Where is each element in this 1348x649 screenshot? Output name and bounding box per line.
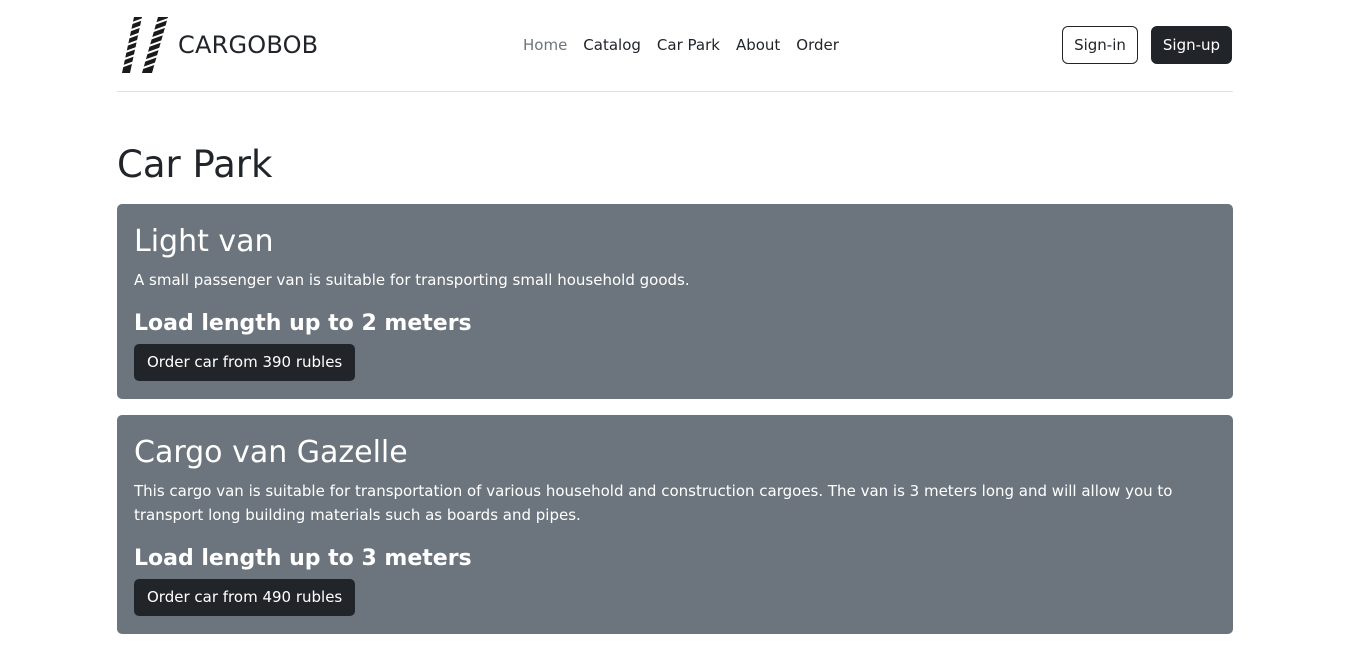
car-description: This cargo van is suitable for transport… bbox=[134, 482, 1173, 524]
car-description: A small passenger van is suitable for tr… bbox=[134, 271, 690, 289]
nav-item-car-park[interactable]: Car Park bbox=[649, 35, 728, 55]
car-card: Cargo van Gazelle This cargo van is suit… bbox=[117, 415, 1233, 634]
car-load-length: Load length up to 3 meters bbox=[134, 546, 472, 571]
order-car-button[interactable]: Order car from 490 rubles bbox=[134, 579, 356, 616]
nav-item-catalog[interactable]: Catalog bbox=[575, 35, 649, 55]
sign-in-button[interactable]: Sign-in bbox=[1062, 26, 1138, 64]
car-card: Light van A small passenger van is suita… bbox=[117, 204, 1233, 399]
nav-item-about[interactable]: About bbox=[728, 35, 788, 55]
nav-item-order[interactable]: Order bbox=[788, 35, 847, 55]
brand-name: CARGOBOB bbox=[178, 31, 319, 59]
sign-up-button[interactable]: Sign-up bbox=[1151, 26, 1232, 64]
car-title: Light van bbox=[134, 224, 274, 259]
order-car-button[interactable]: Order car from 390 rubles bbox=[134, 344, 356, 381]
car-load-length: Load length up to 2 meters bbox=[134, 311, 472, 336]
main-nav: Home Catalog Car Park About Order bbox=[515, 35, 847, 55]
car-title: Cargo van Gazelle bbox=[134, 435, 408, 470]
brand-logo-link[interactable]: CARGOBOB bbox=[120, 15, 318, 75]
nav-item-home[interactable]: Home bbox=[515, 35, 575, 55]
tire-tracks-icon bbox=[120, 15, 176, 75]
page-title: Car Park bbox=[117, 143, 273, 186]
site-header: CARGOBOB Home Catalog Car Park About Ord… bbox=[117, 0, 1233, 92]
